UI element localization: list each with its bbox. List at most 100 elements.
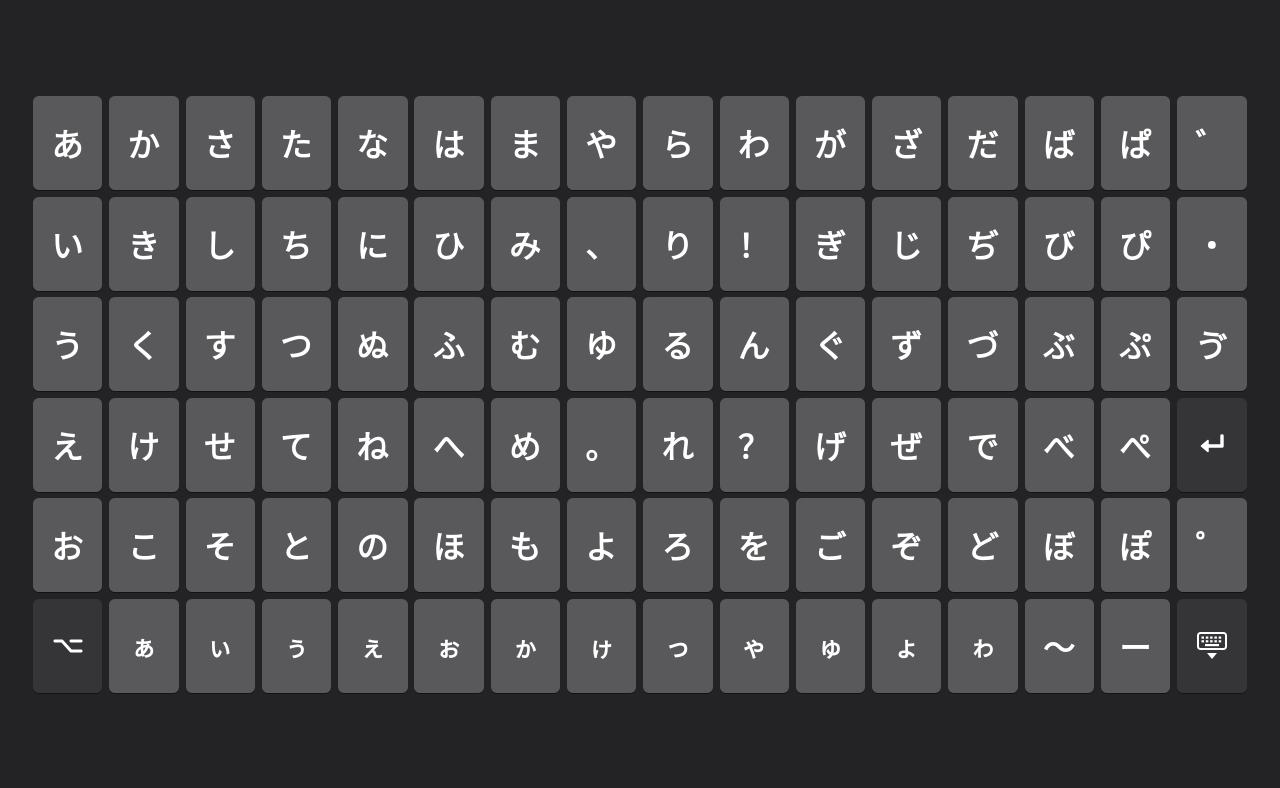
key-ro[interactable]: ろ bbox=[643, 498, 713, 593]
key-small-e[interactable]: ぇ bbox=[338, 598, 408, 693]
key-o[interactable]: お bbox=[33, 498, 103, 593]
key-ge[interactable]: げ bbox=[795, 397, 866, 492]
key-shi[interactable]: し bbox=[185, 196, 255, 291]
key-ga[interactable]: が bbox=[795, 96, 866, 190]
keyboard: あ か さ た な は ま や ら わ が ざ だ ば ぱ ゛ い き し ち … bbox=[33, 96, 1247, 693]
key-zo[interactable]: ぞ bbox=[872, 498, 942, 593]
key-pi[interactable]: ぴ bbox=[1100, 196, 1171, 291]
key-wave-dash[interactable]: 〜 bbox=[1024, 598, 1095, 693]
key-su[interactable]: す bbox=[185, 297, 255, 392]
return-key[interactable] bbox=[1177, 397, 1247, 492]
key-ri[interactable]: り bbox=[643, 196, 713, 291]
key-question[interactable]: ？ bbox=[719, 397, 789, 492]
key-ne[interactable]: ね bbox=[338, 397, 408, 492]
key-ke[interactable]: け bbox=[109, 397, 179, 492]
key-small-a[interactable]: ぁ bbox=[109, 598, 179, 693]
key-small-u[interactable]: ぅ bbox=[261, 598, 332, 693]
key-small-yo[interactable]: ょ bbox=[872, 598, 942, 693]
key-na[interactable]: な bbox=[338, 96, 408, 190]
key-no[interactable]: の bbox=[338, 498, 408, 593]
key-go[interactable]: ご bbox=[795, 498, 866, 593]
key-dji[interactable]: ぢ bbox=[948, 196, 1018, 291]
key-gi[interactable]: ぎ bbox=[795, 196, 866, 291]
key-ka[interactable]: か bbox=[109, 96, 179, 190]
key-zu[interactable]: ず bbox=[872, 297, 942, 392]
key-small-ka[interactable]: ゕ bbox=[490, 598, 561, 693]
return-icon bbox=[1200, 434, 1224, 453]
key-small-ya[interactable]: ゃ bbox=[719, 598, 789, 693]
key-nu[interactable]: ぬ bbox=[338, 297, 408, 392]
key-ni[interactable]: に bbox=[338, 196, 408, 291]
key-mu[interactable]: む bbox=[490, 297, 561, 392]
key-be[interactable]: べ bbox=[1024, 397, 1095, 492]
key-long-vowel[interactable]: ー bbox=[1100, 598, 1171, 693]
key-ta[interactable]: た bbox=[261, 96, 332, 190]
key-hi[interactable]: ひ bbox=[414, 196, 484, 291]
option-key-icon bbox=[53, 639, 83, 653]
key-ji[interactable]: じ bbox=[872, 196, 942, 291]
keyboard-hide-icon bbox=[1196, 631, 1227, 659]
key-small-i[interactable]: ぃ bbox=[185, 598, 255, 693]
key-fu[interactable]: ふ bbox=[414, 297, 484, 392]
key-small-wa[interactable]: ゎ bbox=[948, 598, 1018, 693]
key-wo[interactable]: を bbox=[719, 498, 789, 593]
hide-keyboard-key[interactable] bbox=[1177, 598, 1247, 693]
key-period[interactable]: 。 bbox=[566, 397, 637, 492]
option-key[interactable] bbox=[33, 598, 103, 693]
key-mo[interactable]: も bbox=[490, 498, 561, 593]
key-small-ke[interactable]: ゖ bbox=[566, 598, 637, 693]
key-ki[interactable]: き bbox=[109, 196, 179, 291]
key-ba[interactable]: ば bbox=[1024, 96, 1095, 190]
key-n[interactable]: ん bbox=[719, 297, 789, 392]
key-handakuten[interactable]: ゜ bbox=[1177, 498, 1247, 593]
key-ma[interactable]: ま bbox=[490, 96, 561, 190]
key-i[interactable]: い bbox=[33, 196, 103, 291]
key-me[interactable]: め bbox=[490, 397, 561, 492]
key-do[interactable]: ど bbox=[948, 498, 1018, 593]
key-tsu[interactable]: つ bbox=[261, 297, 332, 392]
key-wa[interactable]: わ bbox=[719, 96, 789, 190]
key-da[interactable]: だ bbox=[948, 96, 1018, 190]
key-po[interactable]: ぽ bbox=[1100, 498, 1171, 593]
key-za[interactable]: ざ bbox=[872, 96, 942, 190]
key-ya[interactable]: や bbox=[566, 96, 637, 190]
key-ku[interactable]: く bbox=[109, 297, 179, 392]
key-bu[interactable]: ぶ bbox=[1024, 297, 1095, 392]
key-te[interactable]: て bbox=[261, 397, 332, 492]
key-to[interactable]: と bbox=[261, 498, 332, 593]
key-ho[interactable]: ほ bbox=[414, 498, 484, 593]
key-pu[interactable]: ぷ bbox=[1100, 297, 1171, 392]
key-small-tsu[interactable]: っ bbox=[643, 598, 713, 693]
key-ra[interactable]: ら bbox=[643, 96, 713, 190]
key-dzu[interactable]: づ bbox=[948, 297, 1018, 392]
key-vu[interactable]: ゔ bbox=[1177, 297, 1247, 392]
key-ha[interactable]: は bbox=[414, 96, 484, 190]
key-mi[interactable]: み bbox=[490, 196, 561, 291]
key-exclamation[interactable]: ！ bbox=[719, 196, 789, 291]
key-yo[interactable]: よ bbox=[566, 498, 637, 593]
key-bo[interactable]: ぼ bbox=[1024, 498, 1095, 593]
key-dakuten[interactable]: ゛ bbox=[1177, 96, 1247, 190]
key-de[interactable]: で bbox=[948, 397, 1018, 492]
key-sa[interactable]: さ bbox=[185, 96, 255, 190]
key-small-yu[interactable]: ゅ bbox=[795, 598, 866, 693]
key-yu[interactable]: ゆ bbox=[566, 297, 637, 392]
key-bi[interactable]: び bbox=[1024, 196, 1095, 291]
key-pa[interactable]: ぱ bbox=[1100, 96, 1171, 190]
key-u[interactable]: う bbox=[33, 297, 103, 392]
key-ru[interactable]: る bbox=[643, 297, 713, 392]
key-se[interactable]: せ bbox=[185, 397, 255, 492]
key-e[interactable]: え bbox=[33, 397, 103, 492]
key-middle-dot[interactable]: ・ bbox=[1177, 196, 1247, 291]
key-pe[interactable]: ぺ bbox=[1100, 397, 1171, 492]
key-comma[interactable]: 、 bbox=[566, 196, 637, 291]
key-small-o[interactable]: ぉ bbox=[414, 598, 484, 693]
key-gu[interactable]: ぐ bbox=[795, 297, 866, 392]
key-ze[interactable]: ぜ bbox=[872, 397, 942, 492]
key-chi[interactable]: ち bbox=[261, 196, 332, 291]
key-ko[interactable]: こ bbox=[109, 498, 179, 593]
key-so[interactable]: そ bbox=[185, 498, 255, 593]
key-re[interactable]: れ bbox=[643, 397, 713, 492]
key-a[interactable]: あ bbox=[33, 96, 103, 190]
key-he[interactable]: へ bbox=[414, 397, 484, 492]
